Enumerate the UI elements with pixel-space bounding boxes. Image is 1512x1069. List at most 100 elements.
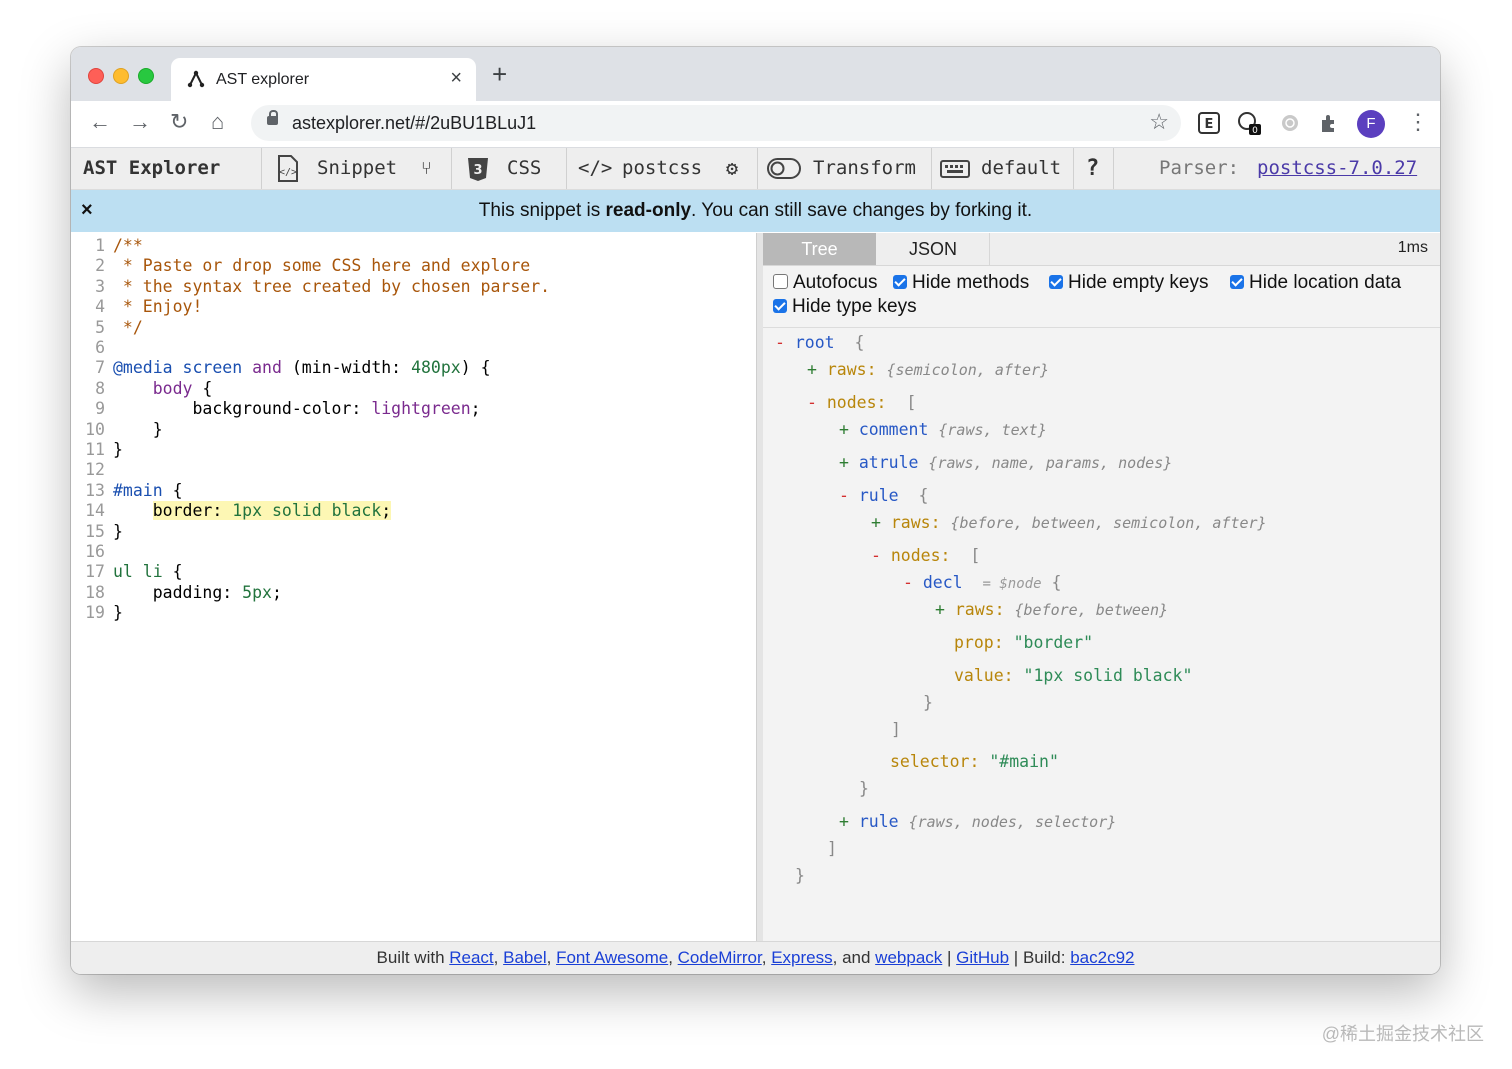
expand-toggle[interactable]: + [807, 360, 827, 379]
home-icon[interactable]: ⌂ [211, 109, 224, 135]
checkbox-checked[interactable] [893, 275, 907, 289]
url-text[interactable]: astexplorer.net/#/2uBU1BLuJ1 [292, 113, 536, 134]
expand-toggle[interactable]: + [839, 812, 859, 831]
back-arrow-icon[interactable]: ← [89, 109, 111, 135]
collapse-toggle[interactable]: - [839, 486, 859, 505]
code-text: padding: [152, 582, 233, 602]
parser-menu[interactable]: postcss [622, 148, 702, 189]
minimize-window-button[interactable] [113, 68, 129, 84]
line-number: 5 [95, 317, 105, 337]
new-tab-button[interactable]: + [492, 61, 507, 87]
tree-prop-raws[interactable]: + raws: {before, between} [935, 599, 1168, 621]
snippet-menu[interactable]: Snippet [317, 148, 397, 189]
checkbox-checked[interactable] [1049, 275, 1063, 289]
code-line: 8 body { [71, 379, 756, 399]
extension-badge-icon[interactable]: 0 [1237, 111, 1261, 135]
footer-link-codemirror[interactable]: CodeMirror [678, 948, 762, 967]
svg-text:E: E [1205, 117, 1214, 132]
collapse-toggle[interactable]: - [807, 393, 827, 412]
nav-separator [1073, 148, 1074, 189]
collapse-toggle[interactable]: - [871, 546, 891, 565]
code-text: body [152, 378, 193, 398]
tree-prop-nodes[interactable]: - nodes: [ [871, 545, 980, 567]
code-text: ; [271, 582, 282, 602]
prop-key: prop: [954, 633, 1004, 652]
line-number: 7 [95, 358, 105, 378]
transform-menu[interactable]: Transform [813, 148, 916, 189]
bookmark-star-icon[interactable]: ☆ [1149, 109, 1169, 135]
footer-link-babel[interactable]: Babel [503, 948, 546, 967]
tab-json[interactable]: JSON [877, 233, 990, 265]
extension-globe-icon[interactable] [1278, 111, 1302, 135]
collapse-toggle[interactable]: - [903, 573, 923, 592]
tree-prop-prop: prop: "border" [954, 632, 1093, 654]
option-hide-methods[interactable]: Hide methods [893, 271, 1029, 295]
footer-link-build[interactable]: bac2c92 [1070, 948, 1134, 967]
collapse-toggle[interactable]: - [775, 333, 795, 352]
profile-avatar[interactable]: F [1357, 110, 1385, 138]
tab-close-icon[interactable]: × [450, 67, 462, 90]
footer-link-github[interactable]: GitHub [956, 948, 1009, 967]
extension-badge-count: 0 [1252, 126, 1258, 135]
node-type: atrule [858, 453, 919, 472]
line-number: 14 [85, 501, 105, 521]
footer-link-express[interactable]: Express [771, 948, 832, 967]
expand-toggle[interactable]: + [839, 453, 859, 472]
checkbox-checked[interactable] [1230, 275, 1244, 289]
fork-icon[interactable]: ⑂ [421, 148, 432, 189]
line-number: 12 [85, 460, 105, 480]
toggle-icon[interactable] [767, 158, 801, 179]
line-number: 3 [95, 276, 105, 296]
gear-icon[interactable]: ⚙ [726, 148, 738, 189]
checkbox-checked[interactable] [773, 299, 787, 313]
help-icon[interactable]: ? [1086, 148, 1099, 189]
footer-link-react[interactable]: React [449, 948, 493, 967]
prop-summary: {semicolon, after} [886, 361, 1050, 379]
language-menu[interactable]: CSS [507, 148, 541, 189]
tree-node-atrule[interactable]: + atrule {raws, name, params, nodes} [839, 452, 1172, 474]
expand-toggle[interactable]: + [839, 420, 859, 439]
option-hide-type-keys[interactable]: Hide type keys [773, 295, 917, 319]
closing-bracket: ] [891, 720, 901, 739]
zoom-window-button[interactable] [138, 68, 154, 84]
highlighted-range: border: 1px solid black; [152, 501, 392, 521]
svg-text:3: 3 [473, 163, 482, 178]
app-brand: AST Explorer [83, 157, 221, 179]
option-label: Autofocus [793, 272, 878, 293]
expand-toggle[interactable]: + [871, 513, 891, 532]
option-label: Hide empty keys [1068, 272, 1209, 293]
nav-separator [757, 148, 758, 189]
tab-tree[interactable]: Tree [763, 233, 876, 265]
tree-prop-nodes[interactable]: - nodes: [ [807, 392, 916, 414]
reload-icon[interactable]: ↻ [170, 109, 188, 135]
prop-key: nodes: [890, 546, 951, 565]
tree-node-rule[interactable]: + rule {raws, nodes, selector} [839, 811, 1116, 833]
footer-link-webpack[interactable]: webpack [875, 948, 942, 967]
browser-tab[interactable]: AST explorer × [171, 58, 476, 101]
close-window-button[interactable] [88, 68, 104, 84]
code-text: * Enjoy! [113, 297, 203, 317]
expand-toggle[interactable]: + [935, 600, 955, 619]
css3-icon: 3 [468, 158, 488, 181]
code-text: { [162, 480, 183, 500]
code-editor[interactable]: 1 /** 2 * Paste or drop some CSS here and… [71, 233, 756, 941]
option-hide-location-data[interactable]: Hide location data [1230, 271, 1401, 295]
extensions-puzzle-icon[interactable] [1318, 111, 1342, 135]
tree-node-decl[interactable]: - decl = $node { [903, 572, 1061, 594]
browser-menu-icon[interactable]: ⋮ [1407, 109, 1429, 135]
option-hide-empty-keys[interactable]: Hide empty keys [1049, 271, 1208, 295]
tree-prop-raws[interactable]: + raws: {semicolon, after} [807, 359, 1049, 381]
keymap-menu[interactable]: default [981, 148, 1061, 189]
tree-prop-raws[interactable]: + raws: {before, between, semicolon, aft… [871, 512, 1267, 534]
lock-icon [267, 110, 278, 125]
tree-node-root[interactable]: - root { [775, 332, 864, 354]
extension-e-icon[interactable]: E [1197, 111, 1221, 135]
tree-node-comment[interactable]: + comment {raws, text} [839, 419, 1047, 441]
parser-version-link[interactable]: postcss-7.0.27 [1257, 148, 1417, 189]
checkbox-unchecked[interactable] [773, 274, 788, 289]
tree-node-rule[interactable]: - rule { [839, 485, 928, 507]
address-bar[interactable]: astexplorer.net/#/2uBU1BLuJ1 ☆ [251, 105, 1181, 141]
option-autofocus[interactable]: Autofocus [773, 271, 878, 295]
forward-arrow-icon[interactable]: → [129, 109, 151, 135]
footer-link-font-awesome[interactable]: Font Awesome [556, 948, 668, 967]
